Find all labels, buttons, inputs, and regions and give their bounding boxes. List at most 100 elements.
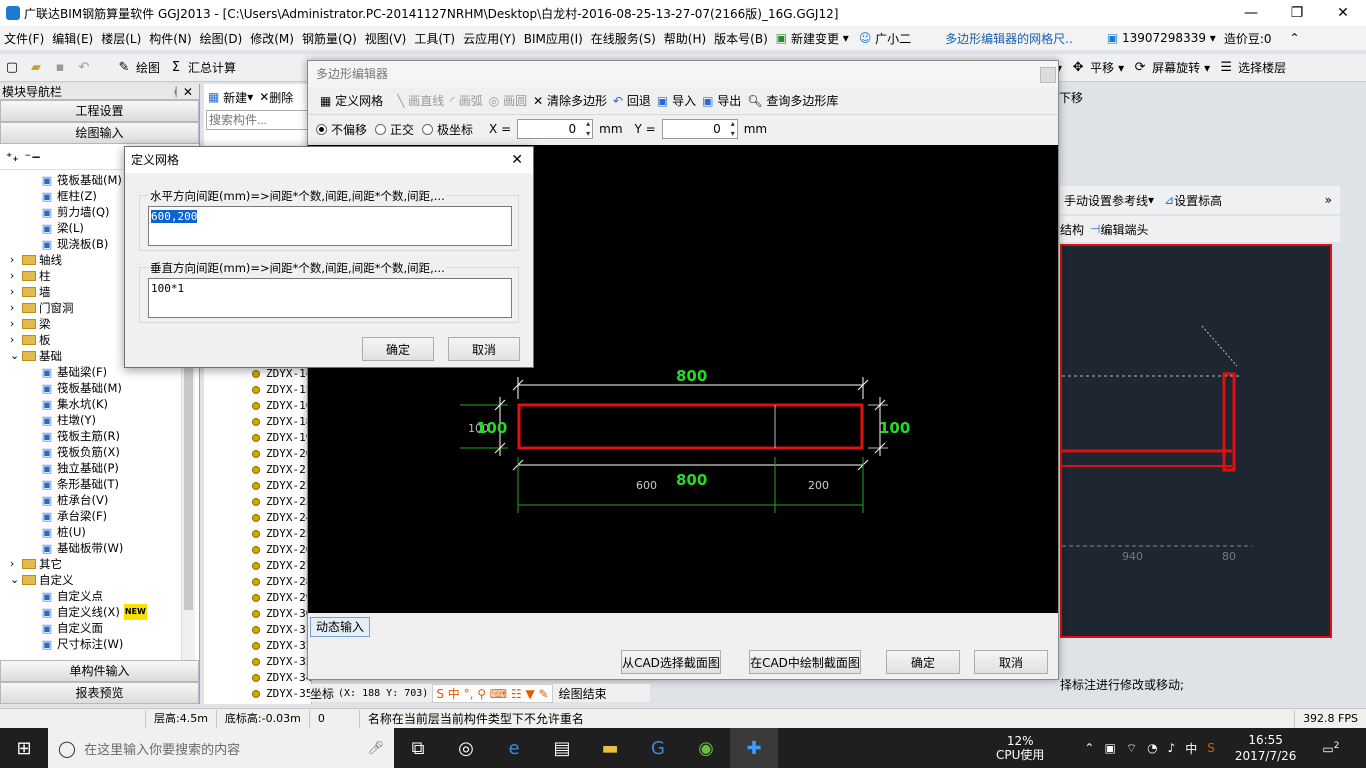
- tree-item[interactable]: ▣ 集水坑(K): [0, 396, 199, 412]
- explorer-icon[interactable]: ▬: [586, 728, 634, 768]
- tree-item[interactable]: ▣ 柱墩(Y): [0, 412, 199, 428]
- menu-item[interactable]: 云应用(Y): [459, 30, 520, 47]
- poly-cancel-button[interactable]: 取消: [974, 650, 1048, 674]
- polygon-shape[interactable]: [517, 403, 864, 450]
- expand-chevron-icon[interactable]: ›: [10, 300, 22, 316]
- delete-button[interactable]: 删除: [269, 89, 293, 106]
- ortho-radio[interactable]: [375, 123, 387, 135]
- draw-button[interactable]: 绘图: [136, 59, 160, 76]
- draw-input-button[interactable]: 绘图输入: [0, 122, 199, 144]
- undo-button[interactable]: ↶ 回退: [613, 92, 651, 109]
- clear-polygon-button[interactable]: ✕ 清除多边形: [533, 92, 607, 109]
- menu-item[interactable]: 帮助(H): [660, 30, 710, 47]
- menu-item[interactable]: 工具(T): [410, 30, 459, 47]
- vertical-spacing-input[interactable]: 100*1: [148, 278, 512, 318]
- tree-item[interactable]: ▣ 自定义线(X) NEW: [0, 604, 199, 620]
- network-icon[interactable]: ⌔: [1126, 741, 1137, 756]
- expand-chevron-icon[interactable]: ›: [10, 556, 22, 572]
- list-item[interactable]: ZDYX-35: [204, 686, 312, 702]
- polygon-editor-close-icon[interactable]: [1040, 67, 1056, 83]
- sum-icon[interactable]: Σ: [168, 60, 184, 76]
- list-item[interactable]: ZDYX-21: [204, 462, 312, 478]
- notification-icon[interactable]: ▭2: [1322, 741, 1339, 756]
- floor-icon[interactable]: ☰: [1218, 60, 1234, 76]
- menu-item[interactable]: 修改(M): [246, 30, 298, 47]
- edge-icon[interactable]: e: [490, 728, 538, 768]
- tree-item[interactable]: ▣ 筏板基础(M): [0, 380, 199, 396]
- new-file-icon[interactable]: ▢: [4, 60, 20, 76]
- y-input[interactable]: 0: [661, 119, 738, 139]
- list-item[interactable]: ZDYX-33: [204, 654, 312, 670]
- tree-item[interactable]: › 其它: [0, 556, 199, 572]
- start-icon[interactable]: ⊞: [0, 728, 48, 768]
- list-item[interactable]: ZDYX-20: [204, 446, 312, 462]
- list-item[interactable]: ZDYX-28: [204, 574, 312, 590]
- expand-chevron-icon[interactable]: ›: [10, 252, 22, 268]
- pan-icon[interactable]: ✥: [1070, 60, 1086, 76]
- tree-item[interactable]: ▣ 独立基础(P): [0, 460, 199, 476]
- menu-item[interactable]: BIM应用(I): [520, 30, 587, 47]
- list-item[interactable]: ZDYX-23: [204, 494, 312, 510]
- ime-indicator[interactable]: 中: [1185, 740, 1197, 757]
- tree-item[interactable]: ▣ 基础板带(W): [0, 540, 199, 556]
- menu-item[interactable]: 在线服务(S): [587, 30, 660, 47]
- list-item[interactable]: ZDYX-15: [204, 382, 312, 398]
- project-settings-button[interactable]: 工程设置: [0, 100, 199, 122]
- sogou-icon[interactable]: S: [1207, 741, 1215, 755]
- glodon-g-icon[interactable]: G: [634, 728, 682, 768]
- volume-icon[interactable]: ♪: [1168, 741, 1176, 755]
- list-item[interactable]: ZDYX-25: [204, 526, 312, 542]
- tree-item[interactable]: ▣ 筏板主筋(R): [0, 428, 199, 444]
- wifi-icon[interactable]: ◔: [1147, 741, 1157, 755]
- store-icon[interactable]: ▤: [538, 728, 586, 768]
- define-grid-button[interactable]: ▦ 定义网格: [320, 92, 383, 109]
- list-item[interactable]: ZDYX-29: [204, 590, 312, 606]
- down-move-button[interactable]: 下移: [1059, 89, 1083, 106]
- tree-item[interactable]: ▣ 桩承台(V): [0, 492, 199, 508]
- tray-app-icon[interactable]: ▣: [1104, 741, 1115, 755]
- restore-button[interactable]: ❐: [1274, 5, 1320, 21]
- browser-green-icon[interactable]: ◉: [682, 728, 730, 768]
- more-icon[interactable]: »: [1325, 193, 1332, 207]
- list-item[interactable]: ZDYX-18: [204, 414, 312, 430]
- import-button[interactable]: ▣ 导入: [657, 92, 696, 109]
- new-change-menu[interactable]: ▣ 新建变更 ▾: [776, 30, 849, 47]
- pan-button[interactable]: 平移: [1090, 59, 1114, 76]
- poly-ok-button[interactable]: 确定: [886, 650, 960, 674]
- menu-item[interactable]: 编辑(E): [48, 30, 97, 47]
- close-window-button[interactable]: ✕: [1320, 5, 1366, 21]
- new-button[interactable]: 新建: [223, 89, 247, 106]
- export-button[interactable]: ▣ 导出: [702, 92, 741, 109]
- draw-line-button[interactable]: ╲ 画直线: [397, 92, 444, 109]
- no-offset-radio[interactable]: [316, 123, 327, 135]
- list-item[interactable]: ZDYX-26: [204, 542, 312, 558]
- expand-chevron-icon[interactable]: ›: [10, 284, 22, 300]
- minimize-button[interactable]: —: [1228, 5, 1274, 21]
- grid-ok-button[interactable]: 确定: [362, 337, 434, 361]
- report-preview-button[interactable]: 报表预览: [0, 682, 199, 704]
- ggj-app-icon[interactable]: ✚: [730, 728, 778, 768]
- new-icon[interactable]: ▦: [208, 90, 219, 104]
- grid-dialog-close-icon[interactable]: ✕: [511, 147, 523, 173]
- open-folder-icon[interactable]: ▰: [28, 60, 44, 76]
- set-elev-button[interactable]: 设置标高: [1174, 192, 1222, 209]
- tree-item[interactable]: ▣ 条形基础(T): [0, 476, 199, 492]
- list-item[interactable]: ZDYX-14: [204, 366, 312, 382]
- tree-item[interactable]: ▣ 桩(U): [0, 524, 199, 540]
- select-floor-button[interactable]: 选择楼层: [1238, 59, 1286, 76]
- tree-item[interactable]: ▣ 承台梁(F): [0, 508, 199, 524]
- expand-chevron-icon[interactable]: ›: [10, 268, 22, 284]
- tree-item[interactable]: ⌄ 自定义: [0, 572, 199, 588]
- menu-item[interactable]: 文件(F): [0, 30, 48, 47]
- clock[interactable]: 16:55 2017/7/26: [1235, 732, 1297, 764]
- horizontal-spacing-input[interactable]: 600,200: [148, 206, 512, 246]
- set-elev-icon[interactable]: ⊿: [1164, 193, 1174, 207]
- collapse-chevron-icon[interactable]: ⌄: [10, 348, 22, 364]
- list-item[interactable]: ZDYX-31: [204, 622, 312, 638]
- menu-item[interactable]: 楼层(L): [97, 30, 145, 47]
- dynamic-input-tab[interactable]: 动态输入: [310, 617, 370, 637]
- menu-item[interactable]: 绘图(D): [196, 30, 247, 47]
- list-item[interactable]: ZDYX-16: [204, 398, 312, 414]
- collapse-chevron-icon[interactable]: ⌄: [10, 572, 22, 588]
- list-item[interactable]: ZDYX-34: [204, 670, 312, 686]
